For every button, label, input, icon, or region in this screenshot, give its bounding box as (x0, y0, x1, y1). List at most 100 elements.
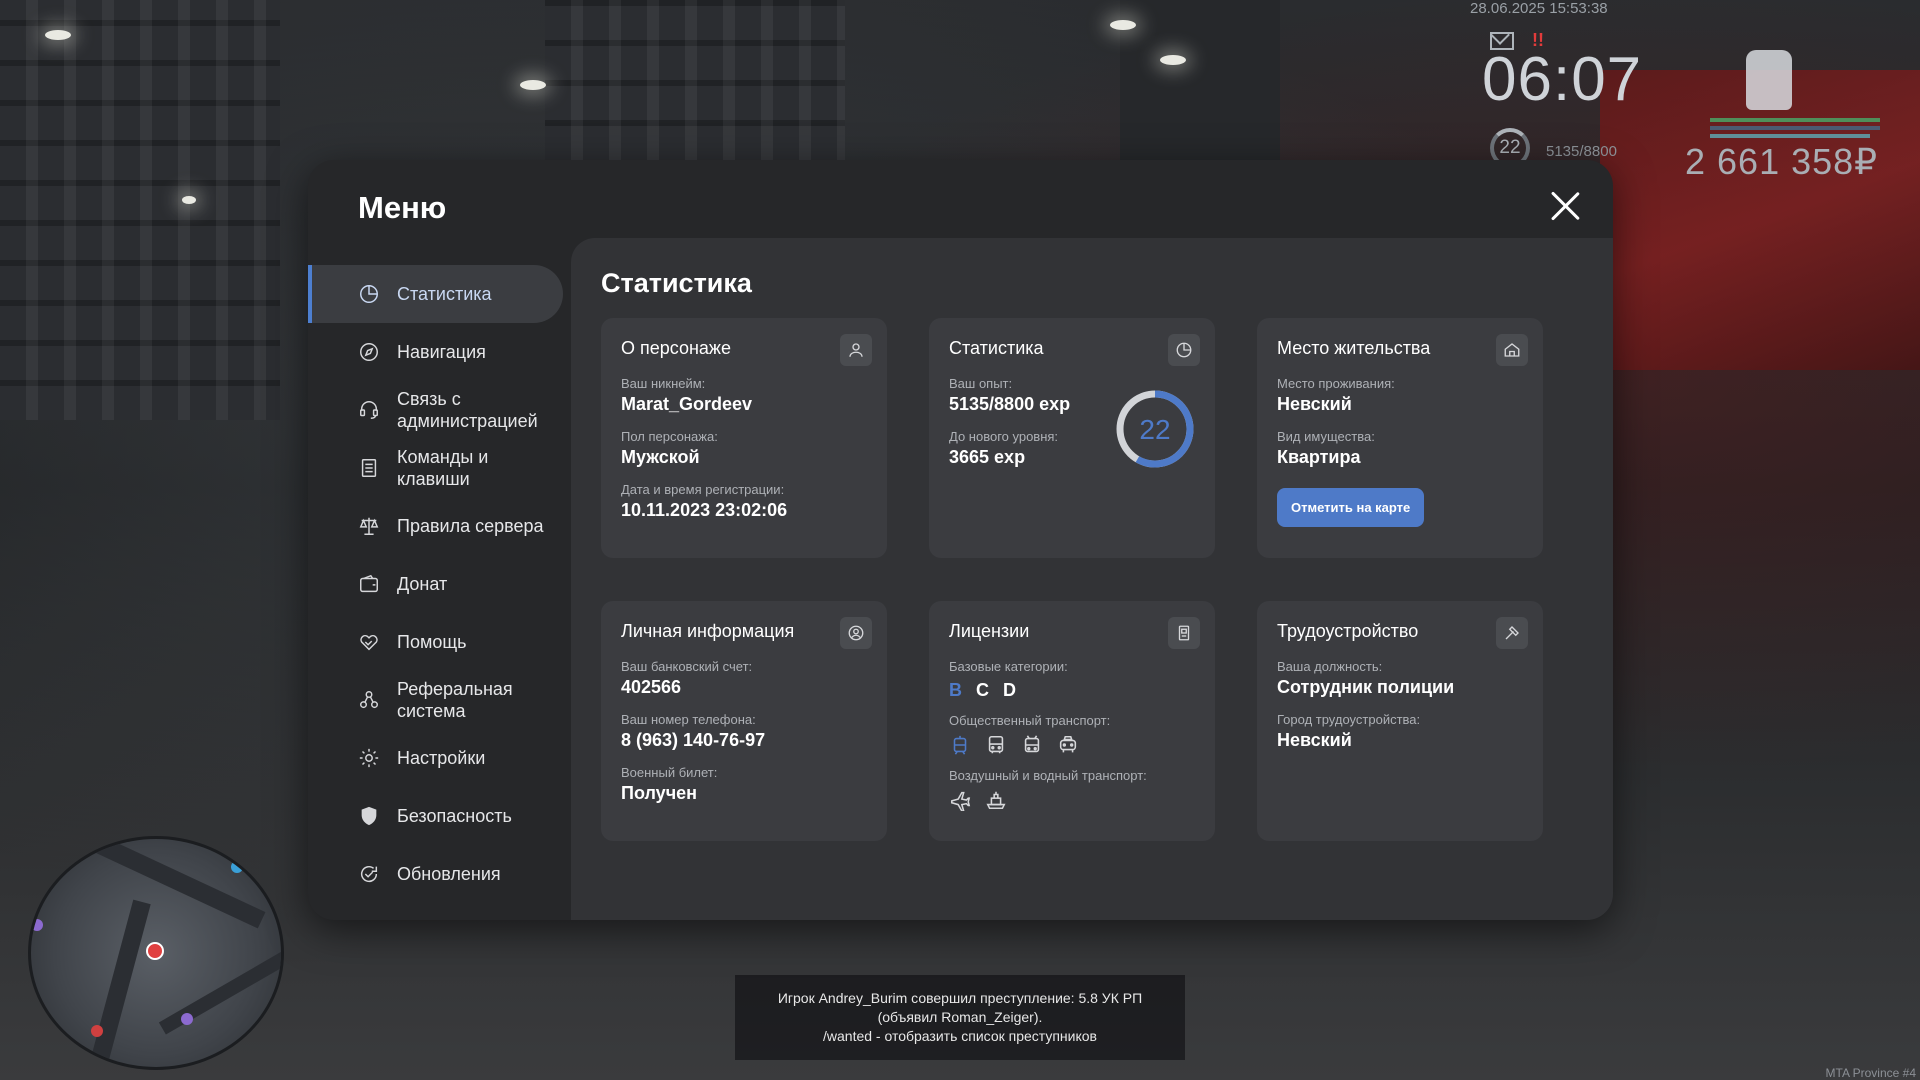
registration-value: 10.11.2023 23:02:06 (621, 500, 788, 520)
nickname-value: Marat_Gordeev (621, 394, 753, 414)
armor-bar (1710, 126, 1880, 130)
air-water-transport-icons (949, 789, 1195, 811)
card-title: О персонаже (621, 338, 731, 358)
map-blip (181, 1013, 193, 1025)
card-statistics: Статистика Ваш опыт: 5135/8800 exp До но… (929, 318, 1215, 558)
pie-chart-icon (360, 285, 378, 303)
minimap (28, 836, 284, 1070)
sidebar-item-updates[interactable]: Обновления (308, 845, 563, 903)
gender-value: Мужской (621, 447, 700, 467)
building (1120, 0, 1280, 160)
sidebar-item-help[interactable]: Помощь (308, 613, 563, 671)
street-lamp (1110, 20, 1136, 30)
health-bar (1710, 118, 1880, 122)
card-title: Лицензии (949, 621, 1030, 641)
refresh-check-icon (361, 865, 378, 883)
street-lamp (45, 30, 71, 40)
public-transport-icons (949, 734, 1195, 756)
hud-exp: 5135/8800 (1546, 143, 1617, 160)
menu-title: Меню (358, 190, 447, 225)
street-lamp (520, 80, 546, 90)
license-category-b: B (949, 680, 962, 700)
store-wall (1600, 70, 1920, 370)
menu-window: Меню Статистика Навигация Связь с админи… (308, 160, 1613, 920)
user-circle-icon (840, 617, 872, 649)
hud-datetime: 28.06.2025 15:53:38 (1470, 0, 1608, 17)
chat-line: Игрок Andrey_Burim совершил преступление… (777, 990, 1143, 1006)
hammer-icon (1496, 617, 1528, 649)
content-title: Статистика (601, 268, 752, 298)
field-label: Город трудоустройства: (1277, 712, 1421, 727)
sidebar-item-navigation[interactable]: Навигация (308, 323, 563, 381)
building (545, 0, 845, 160)
chat-line: /wanted - отобразить список преступников (823, 1028, 1097, 1044)
content-panel: Статистика О персонаже Ваш никнейм: Mara… (571, 238, 1613, 920)
residence-value: Невский (1277, 394, 1352, 414)
level-progress-ring: 22 (1116, 390, 1194, 468)
sidebar-item-label: Связь с администрацией (397, 389, 538, 431)
card-licenses: Лицензии Базовые категории: B C D Общест… (929, 601, 1215, 841)
chat-box: Игрок Andrey_Burim совершил преступление… (735, 975, 1185, 1060)
sidebar-item-statistics[interactable]: Статистика (308, 265, 563, 323)
card-title: Трудоустройство (1277, 621, 1419, 641)
field-label: Базовые категории: (949, 659, 1068, 674)
card-title: Место жительства (1277, 338, 1431, 358)
server-tag: MTA Province #4 (1825, 1066, 1916, 1080)
scales-icon (359, 517, 379, 535)
chat-line: (объявил Roman_Zeiger). (877, 1009, 1043, 1025)
sidebar-item-commands[interactable]: Команды и клавиши (308, 439, 563, 497)
field-label: Ваша должность: (1277, 659, 1383, 674)
street-lamp (182, 196, 196, 204)
user-icon (840, 334, 872, 366)
field-label: Военный билет: (621, 765, 718, 780)
tram-icon (953, 735, 967, 755)
wallet-icon (360, 574, 378, 593)
sidebar-item-settings[interactable]: Настройки (308, 729, 563, 787)
field-label: Место проживания: (1277, 376, 1395, 391)
field-label: Ваш никнейм: (621, 376, 706, 391)
shield-icon (361, 806, 377, 826)
hud-money: 2 661 358₽ (1685, 141, 1879, 182)
position-value: Сотрудник полиции (1277, 677, 1455, 697)
minimap-road (158, 937, 281, 1035)
license-categories: B C D (949, 680, 1195, 701)
sidebar-item-label: Правила сервера (397, 516, 544, 536)
airplane-icon (950, 791, 971, 811)
field-label: Пол персонажа: (621, 429, 718, 444)
property-value: Квартира (1277, 447, 1361, 467)
sidebar-item-label: Настройки (397, 748, 486, 768)
taxi-icon (1059, 735, 1077, 753)
field-label: Вид имущества: (1277, 429, 1375, 444)
card-personal-info: Личная информация Ваш банковский счет: 4… (601, 601, 887, 841)
hunger-bar (1710, 134, 1870, 138)
bank-account-value: 402566 (621, 677, 682, 697)
map-blip (231, 861, 243, 873)
card-title: Статистика (949, 338, 1044, 358)
sidebar-item-donate[interactable]: Донат (308, 555, 563, 613)
map-blip (31, 919, 43, 931)
military-id-value: Получен (621, 783, 698, 803)
street-lamp (1160, 55, 1186, 65)
card-employment: Трудоустройство Ваша должность: Сотрудни… (1257, 601, 1543, 841)
sidebar-item-security[interactable]: Безопасность (308, 787, 563, 845)
license-document-icon (1168, 617, 1200, 649)
work-city-value: Невский (1277, 730, 1352, 750)
license-category-c: C (976, 680, 989, 700)
mark-on-map-button[interactable]: Отметить на карте (1277, 488, 1425, 527)
field-label: Ваш банковский счет: (621, 659, 753, 674)
sidebar-item-admin-contact[interactable]: Связь с администрацией (308, 381, 563, 439)
house-icon (1496, 334, 1528, 366)
sidebar-item-referral[interactable]: Реферальная система (308, 671, 563, 729)
card-character: О персонаже Ваш никнейм: Marat_Gordeev П… (601, 318, 887, 558)
close-icon[interactable] (1549, 190, 1581, 222)
sidebar-item-rules[interactable]: Правила сервера (308, 497, 563, 555)
hud-clock: 06:07 (1482, 45, 1643, 114)
level-value: 22 (1139, 414, 1170, 445)
field-label: Воздушный и водный транспорт: (949, 768, 1147, 783)
field-label: Общественный транспорт: (949, 713, 1111, 728)
minimap-road (89, 899, 151, 1067)
card-residence: Место жительства Место проживания: Невск… (1257, 318, 1543, 558)
document-icon (361, 459, 377, 477)
phone-value: 8 (963) 140-76-97 (621, 730, 766, 750)
headset-icon (360, 401, 378, 419)
